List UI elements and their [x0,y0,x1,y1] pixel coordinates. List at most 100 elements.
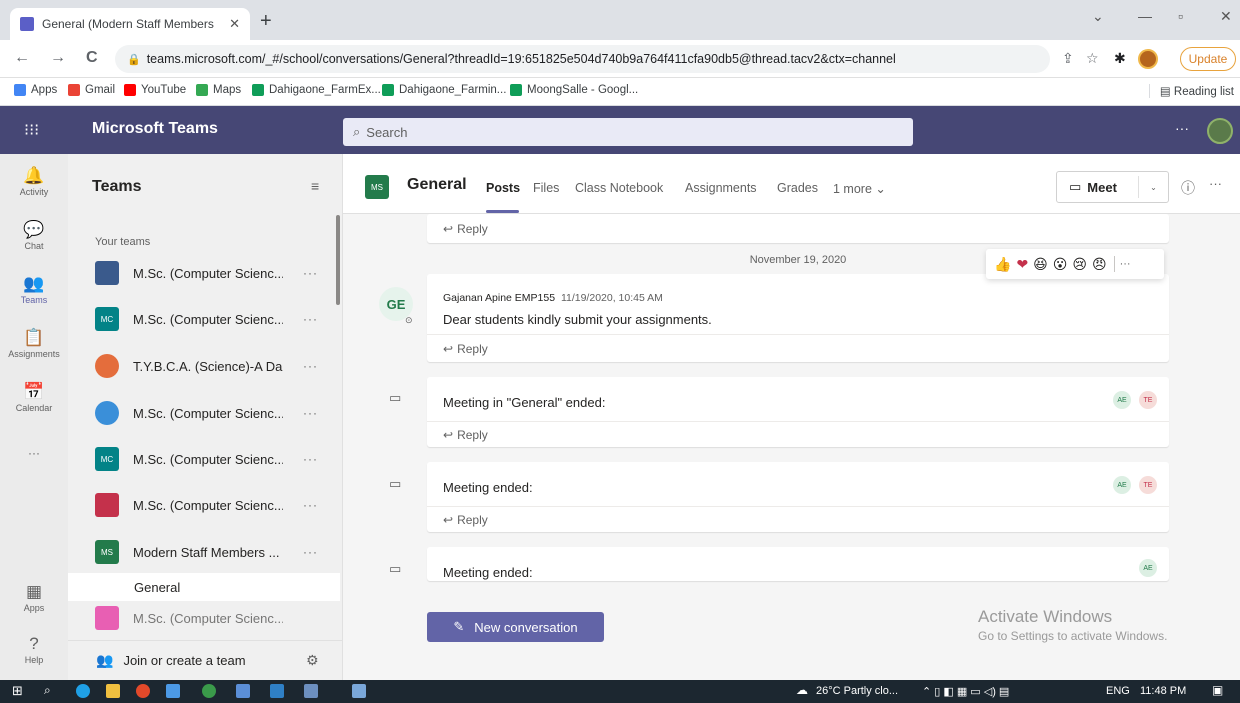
team-more-icon[interactable]: ··· [303,312,318,326]
tab-class-notebook[interactable]: Class Notebook [575,181,663,195]
share-icon[interactable]: ⇪ [1062,50,1074,67]
reply-button[interactable]: ↩ Reply [443,222,488,236]
app-icon[interactable] [304,684,318,698]
notifications-icon[interactable]: ▣ [1212,683,1223,697]
rail-activity[interactable]: 🔔 Activity [0,166,68,197]
join-create-team-button[interactable]: 👥 Join or create a team [68,640,342,680]
meet-button[interactable]: ▭ Meet ⌄ [1056,171,1169,203]
angry-reaction-icon[interactable]: 😠 [1092,256,1107,273]
teams-list-scrollbar[interactable] [336,215,340,305]
extensions-icon[interactable]: ✱ [1114,50,1126,67]
bookmark-maps[interactable]: Maps [196,84,241,96]
laugh-reaction-icon[interactable]: 😆 [1033,256,1048,273]
back-button[interactable]: ← [14,49,30,67]
chrome-icon[interactable] [136,684,150,698]
more-options-icon[interactable]: ··· [1120,258,1131,270]
participant-avatar[interactable]: TE [1139,391,1157,409]
weather-text[interactable]: 26°C Partly clo... [816,685,898,697]
team-item[interactable]: M.Sc. (Computer Scienc... ··· [68,392,338,434]
rail-more[interactable]: ··· [0,446,68,460]
rail-calendar[interactable]: 📅 Calendar [0,382,68,413]
reply-button[interactable]: ↩ Reply [443,428,488,442]
chrome-active-icon[interactable] [202,684,216,698]
tab-grades[interactable]: Grades [777,181,818,195]
app-launcher-icon[interactable]: ⁝⁝⁝ [24,120,39,140]
team-more-icon[interactable]: ··· [303,359,318,373]
rail-chat[interactable]: 💬 Chat [0,220,68,251]
message-author[interactable]: Gajanan Apine EMP155 [443,292,555,304]
bookmark-youtube[interactable]: YouTube [124,84,186,96]
filter-icon[interactable]: ≡ [311,178,319,194]
bookmark-apps[interactable]: Apps [14,84,57,96]
app-icon[interactable] [270,684,284,698]
search-icon[interactable]: ⌕ [44,683,51,698]
gear-icon[interactable]: ⚙ [306,652,319,669]
participant-avatar[interactable]: AE [1113,476,1131,494]
rail-help[interactable]: ? Help [0,634,68,665]
maximize-button[interactable]: ▫ [1178,8,1183,24]
app-icon[interactable] [236,684,250,698]
participant-avatar[interactable]: AE [1113,391,1131,409]
team-more-icon[interactable]: ··· [303,498,318,512]
channel-item-general[interactable]: General [68,573,340,601]
clock[interactable]: 11:48 PM [1140,685,1186,697]
close-tab-icon[interactable]: ✕ [229,16,240,32]
bookmark-moongsalle[interactable]: MoongSalle - Googl... [510,84,638,96]
edge-icon[interactable] [76,684,90,698]
user-avatar[interactable] [1207,118,1233,144]
like-reaction-icon[interactable]: 👍 [994,256,1011,273]
team-item[interactable]: M.Sc. (Computer Scienc... ··· [68,252,338,294]
app-icon[interactable] [352,684,366,698]
team-more-icon[interactable]: ··· [303,545,318,559]
tab-search-dropdown-icon[interactable]: ⌄ [1092,8,1104,25]
heart-reaction-icon[interactable]: ❤ [1016,256,1028,273]
language-indicator[interactable]: ENG [1106,685,1130,697]
rail-teams[interactable]: 👥 Teams [0,274,68,305]
url-input[interactable]: 🔒 teams.microsoft.com/_#/school/conversa… [115,45,1050,73]
file-explorer-icon[interactable] [106,684,120,698]
header-more-icon[interactable]: ··· [1175,120,1189,136]
minimize-button[interactable]: — [1138,8,1152,24]
team-item[interactable]: M.Sc. (Computer Scienc... [68,604,338,632]
info-icon[interactable]: ⓘ [1181,178,1195,198]
profile-avatar[interactable] [1138,49,1158,69]
windows-start-icon[interactable]: ⊞ [12,683,23,699]
surprised-reaction-icon[interactable]: 😮 [1053,256,1068,273]
update-button[interactable]: Update [1180,47,1236,71]
team-item[interactable]: MC M.Sc. (Computer Scienc... ··· [68,438,338,480]
close-window-button[interactable]: ✕ [1220,8,1232,25]
bookmark-farmex[interactable]: Dahigaone_FarmEx... [252,84,381,96]
reply-button[interactable]: ↩ Reply [443,513,488,527]
rail-apps[interactable]: ▦ Apps [0,582,68,613]
team-item[interactable]: MS Modern Staff Members ... ··· [68,531,338,573]
chevron-down-icon[interactable]: ⌄ [1139,183,1168,192]
participant-avatar[interactable]: TE [1139,476,1157,494]
bookmark-star-icon[interactable]: ☆ [1086,50,1099,67]
browser-tab[interactable]: General (Modern Staff Members ✕ [10,8,250,40]
team-more-icon[interactable]: ··· [303,266,318,280]
new-conversation-button[interactable]: ✎ New conversation [427,612,604,642]
rail-assignments[interactable]: 📋 Assignments [0,328,68,359]
team-item[interactable]: T.Y.B.C.A. (Science)-A Da... ··· [68,345,338,387]
reading-list-button[interactable]: ▤ Reading list [1148,84,1234,98]
tab-posts[interactable]: Posts [486,181,520,195]
forward-button[interactable]: → [50,49,66,67]
bookmark-gmail[interactable]: Gmail [68,84,115,96]
tab-files[interactable]: Files [533,181,559,195]
tab-more[interactable]: 1 more ⌄ [833,181,886,196]
tab-assignments[interactable]: Assignments [685,181,757,195]
team-item[interactable]: M.Sc. (Computer Scienc... ··· [68,484,338,526]
participant-avatar[interactable]: AE [1139,559,1157,577]
app-icon[interactable] [166,684,180,698]
team-more-icon[interactable]: ··· [303,406,318,420]
team-more-icon[interactable]: ··· [303,452,318,466]
bookmark-farming[interactable]: Dahigaone_Farmin... [382,84,506,96]
channel-more-icon[interactable]: ··· [1209,176,1222,191]
reload-button[interactable]: C [86,49,98,67]
search-input[interactable]: ⌕ Search [343,118,913,146]
sad-reaction-icon[interactable]: 😢 [1072,256,1087,273]
system-tray-icons[interactable]: ⌃ ▯ ◧ ▦ ▭ ◁) ▤ [922,685,1009,698]
team-item[interactable]: MC M.Sc. (Computer Scienc... ··· [68,298,338,340]
new-tab-button[interactable]: + [260,10,272,33]
reply-button[interactable]: ↩ Reply [443,342,488,356]
